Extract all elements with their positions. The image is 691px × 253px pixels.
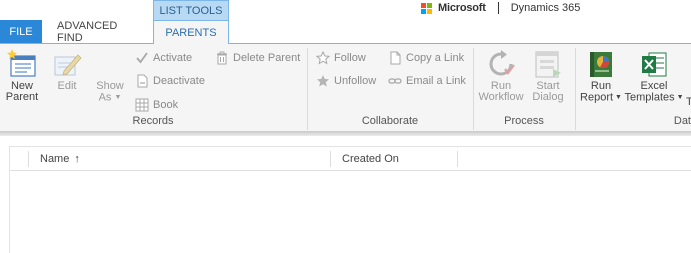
column-created-on-label: Created On — [342, 153, 399, 165]
grid-header: Name ↑ Created On — [10, 147, 691, 171]
copy-link-label: Copy a Link — [406, 52, 465, 64]
book-button[interactable]: Book — [135, 96, 178, 114]
tab-file[interactable]: FILE — [0, 20, 42, 43]
unfollow-label: Unfollow — [334, 75, 377, 87]
show-as-button[interactable]: Show As ▼ — [92, 48, 128, 103]
activate-label: Activate — [153, 52, 193, 64]
column-name-label: Name — [40, 153, 70, 165]
show-as-line1: Show — [96, 80, 124, 92]
brand-separator — [497, 2, 499, 14]
document-icon — [388, 51, 402, 65]
deactivate-doc-icon — [135, 74, 149, 88]
trash-icon — [215, 51, 229, 65]
ribbon-group-process: Run Workflow Start Dialog Process — [474, 44, 574, 132]
company-name: Microsoft — [438, 2, 486, 14]
show-as-line2: As — [98, 91, 112, 104]
column-divider — [28, 151, 29, 167]
chevron-down-icon: ▼ — [613, 94, 622, 101]
records-group-label: Records — [132, 115, 174, 127]
excel-templates-button[interactable]: Excel Templates ▼ — [624, 48, 684, 104]
tab-parents[interactable]: PARENTS — [153, 20, 229, 44]
activate-button[interactable]: Activate — [135, 49, 192, 67]
star-filled-icon — [316, 74, 330, 88]
excel-templates-line1: Excel — [640, 80, 668, 92]
ribbon-tab-bar: FILE ADVANCED FIND LIST TOOLS PARENTS Mi… — [0, 0, 691, 44]
book-label: Book — [153, 99, 179, 111]
new-label-line2: Parent — [5, 91, 39, 103]
run-report-line2: Report — [580, 91, 614, 104]
ribbon-group-data: Run Report ▼ Excel Templates ▼ T Dat — [576, 44, 691, 132]
run-workflow-button[interactable]: Run Workflow — [478, 48, 524, 103]
start-dialog-button[interactable]: Start Dialog — [528, 48, 568, 103]
command-ribbon: New Parent Edit Show As ▼ Activate Deact… — [0, 43, 691, 131]
records-grid: Name ↑ Created On — [9, 146, 691, 253]
column-divider — [457, 151, 458, 167]
star-outline-icon — [316, 51, 330, 65]
data-group-label: Dat — [673, 115, 691, 127]
tab-advanced-find[interactable]: ADVANCED FIND — [57, 20, 141, 44]
edit-label: Edit — [57, 80, 77, 92]
run-workflow-line2: Workflow — [478, 91, 524, 103]
chevron-down-icon: ▼ — [114, 94, 122, 101]
run-report-button[interactable]: Run Report ▼ — [579, 48, 623, 103]
edit-button[interactable]: Edit — [50, 48, 84, 92]
context-group-list-tools: LIST TOOLS — [153, 0, 229, 20]
checkmark-icon — [135, 51, 149, 65]
sort-ascending-icon: ↑ — [74, 153, 80, 165]
excel-icon — [638, 48, 670, 80]
link-chain-icon — [388, 74, 402, 88]
copy-link-button[interactable]: Copy a Link — [388, 49, 464, 67]
deactivate-button[interactable]: Deactivate — [135, 72, 205, 90]
ribbon-group-records: New Parent Edit Show As ▼ Activate Deact… — [0, 44, 306, 132]
process-group-label: Process — [504, 115, 544, 127]
workflow-refresh-icon — [485, 48, 517, 80]
edit-pencil-icon — [51, 48, 83, 80]
deactivate-label: Deactivate — [153, 75, 205, 87]
calendar-grid-icon — [135, 98, 149, 112]
microsoft-logo-icon — [421, 2, 432, 14]
delete-parent-label: Delete Parent — [233, 52, 301, 64]
delete-parent-button[interactable]: Delete Parent — [215, 49, 300, 67]
column-header-name[interactable]: Name ↑ — [40, 147, 330, 171]
column-header-created-on[interactable]: Created On — [342, 147, 457, 171]
follow-label: Follow — [334, 52, 366, 64]
truncated-button-label: T — [686, 96, 691, 108]
product-name: Dynamics 365 — [510, 2, 581, 14]
ribbon-shadow — [0, 131, 691, 136]
email-link-label: Email a Link — [406, 75, 466, 87]
collaborate-group-label: Collaborate — [361, 115, 419, 127]
excel-templates-line2: Templates — [624, 91, 675, 104]
unfollow-button[interactable]: Unfollow — [316, 72, 376, 90]
brand-header: Microsoft Dynamics 365 — [421, 0, 580, 16]
follow-button[interactable]: Follow — [316, 49, 366, 67]
dialog-window-icon — [532, 48, 564, 80]
new-record-icon — [6, 48, 38, 80]
email-link-button[interactable]: Email a Link — [388, 72, 466, 90]
new-parent-button[interactable]: New Parent — [4, 48, 40, 103]
column-divider — [330, 151, 331, 167]
run-report-line1: Run — [590, 80, 612, 92]
report-book-icon — [585, 48, 617, 80]
chevron-down-icon: ▼ — [674, 94, 684, 101]
ribbon-group-collaborate: Follow Unfollow Copy a Link Email a Link… — [308, 44, 472, 132]
start-dialog-line2: Dialog — [532, 91, 564, 103]
